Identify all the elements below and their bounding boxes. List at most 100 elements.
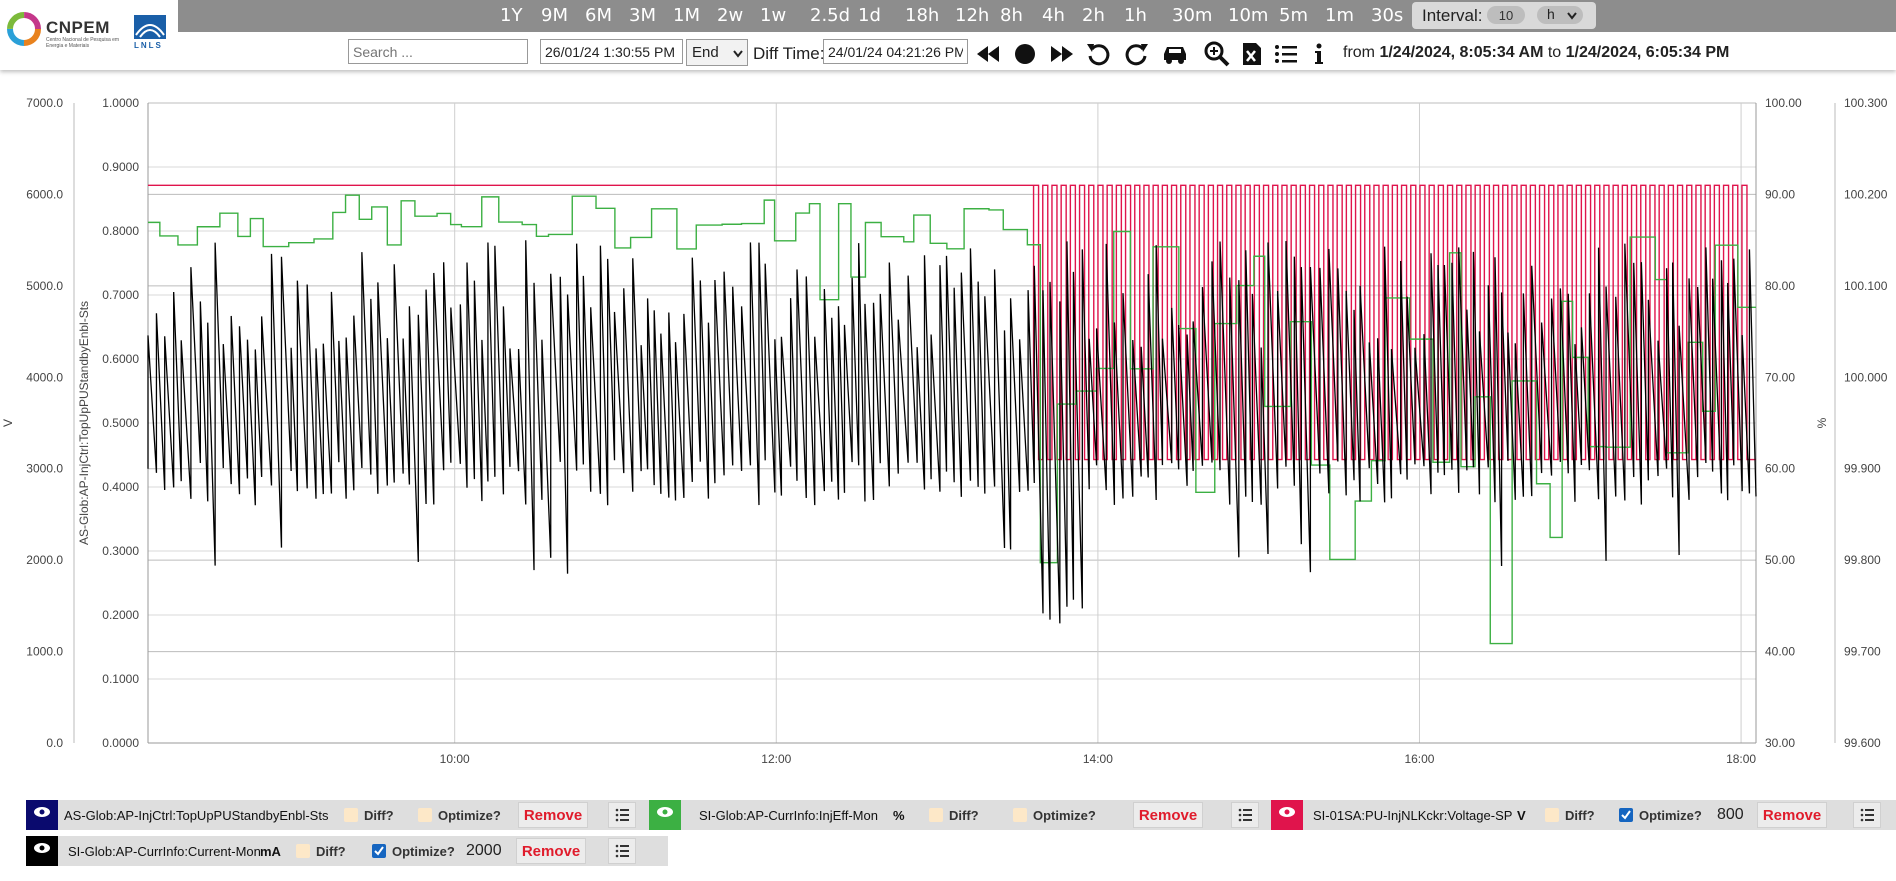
optimize-checkbox[interactable] <box>1619 808 1633 822</box>
info-icon[interactable] <box>1305 40 1333 68</box>
series-options-button[interactable] <box>1853 802 1881 828</box>
left-inner-tick-label: 0.3000 <box>102 544 139 558</box>
archiver-chart[interactable]: 10:00 12:00 14:00 16:00 18:00 0.0 1000.0 2000.0… <box>0 70 1896 790</box>
range-from-label: from <box>1343 44 1375 61</box>
range-button-4h[interactable]: 4h <box>1042 4 1065 28</box>
range-button-6M[interactable]: 6M <box>585 4 612 28</box>
eye-icon[interactable] <box>33 806 51 818</box>
optimize-checkbox[interactable] <box>372 844 386 858</box>
car-icon[interactable] <box>1161 40 1189 68</box>
left-outer-tick-label: 6000.0 <box>26 187 63 201</box>
cnpem-logo-icon <box>7 12 41 46</box>
x-tick-label: 10:00 <box>440 752 470 766</box>
eye-icon[interactable] <box>656 806 674 818</box>
range-button-2w[interactable]: 2w <box>717 4 743 28</box>
optimize-points[interactable]: 800 <box>1717 806 1744 824</box>
range-button-30m[interactable]: 30m <box>1172 4 1212 28</box>
zoom-icon[interactable] <box>1203 40 1231 68</box>
range-button-1d[interactable]: 1d <box>858 4 881 28</box>
range-to: 1/24/2024, 6:05:34 PM <box>1565 44 1730 61</box>
range-to-label: to <box>1547 44 1562 61</box>
legend-color-swatch[interactable] <box>26 800 58 830</box>
left-inner-tick-label: 0.4000 <box>102 480 139 494</box>
left-inner-tick-label: 0.2000 <box>102 608 139 622</box>
range-button-12h[interactable]: 12h <box>955 4 989 28</box>
x-tick-label: 18:00 <box>1726 752 1756 766</box>
record-icon[interactable] <box>1011 40 1039 68</box>
logo-text: CNPEM <box>46 18 110 37</box>
range-button-1m[interactable]: 1m <box>1325 4 1354 28</box>
eye-icon[interactable] <box>1278 806 1296 818</box>
undo-icon[interactable] <box>1085 40 1113 68</box>
legend-color-swatch[interactable] <box>26 836 58 866</box>
legend-row: SI-Glob:AP-CurrInfo:InjEff-Mon% Diff? Opti… <box>649 800 1291 830</box>
remove-button[interactable]: Remove <box>518 802 588 828</box>
legend-row: SI-Glob:AP-CurrInfo:Current-Mon mA Diff? Op… <box>26 836 668 866</box>
redo-icon[interactable] <box>1122 40 1150 68</box>
diff-checkbox[interactable] <box>296 844 310 858</box>
range-button-1h[interactable]: 1h <box>1124 4 1147 28</box>
optimize-points[interactable]: 2000 <box>466 842 502 860</box>
left-outer-tick-label: 0.0 <box>46 736 63 750</box>
range-button-18h[interactable]: 18h <box>905 4 939 28</box>
right-outer-tick-label: 99.700 <box>1844 645 1881 659</box>
range-display: from 1/24/2024, 8:05:34 AM to 1/24/2024,… <box>1343 44 1729 62</box>
lnls-text: LNLS <box>134 41 163 50</box>
remove-button[interactable]: Remove <box>1133 802 1203 828</box>
search-input[interactable] <box>348 39 528 64</box>
backward-icon[interactable] <box>974 40 1002 68</box>
list-icon <box>615 808 629 822</box>
range-button-1w[interactable]: 1w <box>760 4 786 28</box>
chart-series <box>147 184 1757 645</box>
list-icon[interactable] <box>1272 40 1300 68</box>
optimize-checkbox[interactable] <box>1013 808 1027 822</box>
legend-series-unit: V <box>1517 808 1526 823</box>
diff-time-input[interactable] <box>823 39 968 64</box>
range-button-5m[interactable]: 5m <box>1279 4 1308 28</box>
range-button-3M[interactable]: 3M <box>629 4 656 28</box>
left-inner-tick-label: 0.6000 <box>102 352 139 366</box>
chevron-down-icon <box>1567 12 1577 20</box>
diff-checkbox[interactable] <box>1545 808 1559 822</box>
series-options-button[interactable] <box>608 838 636 864</box>
legend-color-swatch[interactable] <box>649 800 681 830</box>
range-button-1Y[interactable]: 1Y <box>500 4 522 28</box>
right-outer-tick-label: 99.800 <box>1844 553 1881 567</box>
eye-icon[interactable] <box>33 842 51 854</box>
range-button-2h[interactable]: 2h <box>1082 4 1105 28</box>
range-button-30s[interactable]: 30s <box>1371 4 1403 28</box>
optimize-label: Optimize? <box>1033 808 1096 823</box>
end-select-value: End <box>692 44 719 61</box>
left-inner-tick-label: 1.0000 <box>102 96 139 110</box>
remove-button[interactable]: Remove <box>516 838 586 864</box>
range-button-10m[interactable]: 10m <box>1228 4 1268 28</box>
date-input[interactable] <box>540 39 683 64</box>
diff-checkbox[interactable] <box>929 808 943 822</box>
range-button-1M[interactable]: 1M <box>673 4 700 28</box>
interval-input[interactable] <box>1487 6 1525 24</box>
forward-icon[interactable] <box>1048 40 1076 68</box>
optimize-checkbox[interactable] <box>418 808 432 822</box>
optimize-label: Optimize? <box>438 808 501 823</box>
optimize-label: Optimize? <box>1639 808 1702 823</box>
diff-label: Diff? <box>364 808 394 823</box>
right-inner-tick-label: 50.00 <box>1765 553 1795 567</box>
diff-checkbox[interactable] <box>344 808 358 822</box>
series-options-button[interactable] <box>1231 802 1259 828</box>
legend-row: SI-01SA:PU-InjNLKckr:Voltage-SP V Diff? Opt… <box>1271 800 1896 830</box>
legend-series-name: SI-Glob:AP-CurrInfo:InjEff-Mon <box>699 808 878 823</box>
right-inner-tick-label: 100.00 <box>1765 96 1802 110</box>
right-inner-tick-label: 90.00 <box>1765 187 1795 201</box>
legend-color-swatch[interactable] <box>1271 800 1303 830</box>
range-button-9M[interactable]: 9M <box>541 4 568 28</box>
remove-button[interactable]: Remove <box>1757 802 1827 828</box>
interval-unit-select[interactable]: h <box>1537 6 1583 24</box>
left-inner-tick-label: 0.8000 <box>102 224 139 238</box>
range-button-8h[interactable]: 8h <box>1000 4 1023 28</box>
list-icon <box>1238 808 1252 822</box>
series-options-button[interactable] <box>608 802 636 828</box>
end-select[interactable]: End <box>686 39 748 66</box>
export-excel-icon[interactable] <box>1238 40 1266 68</box>
legend-series-name: AS-Glob:AP-InjCtrl:TopUpPUStandbyEnbl-St… <box>64 808 329 823</box>
range-button-2.5d[interactable]: 2.5d <box>810 4 850 28</box>
